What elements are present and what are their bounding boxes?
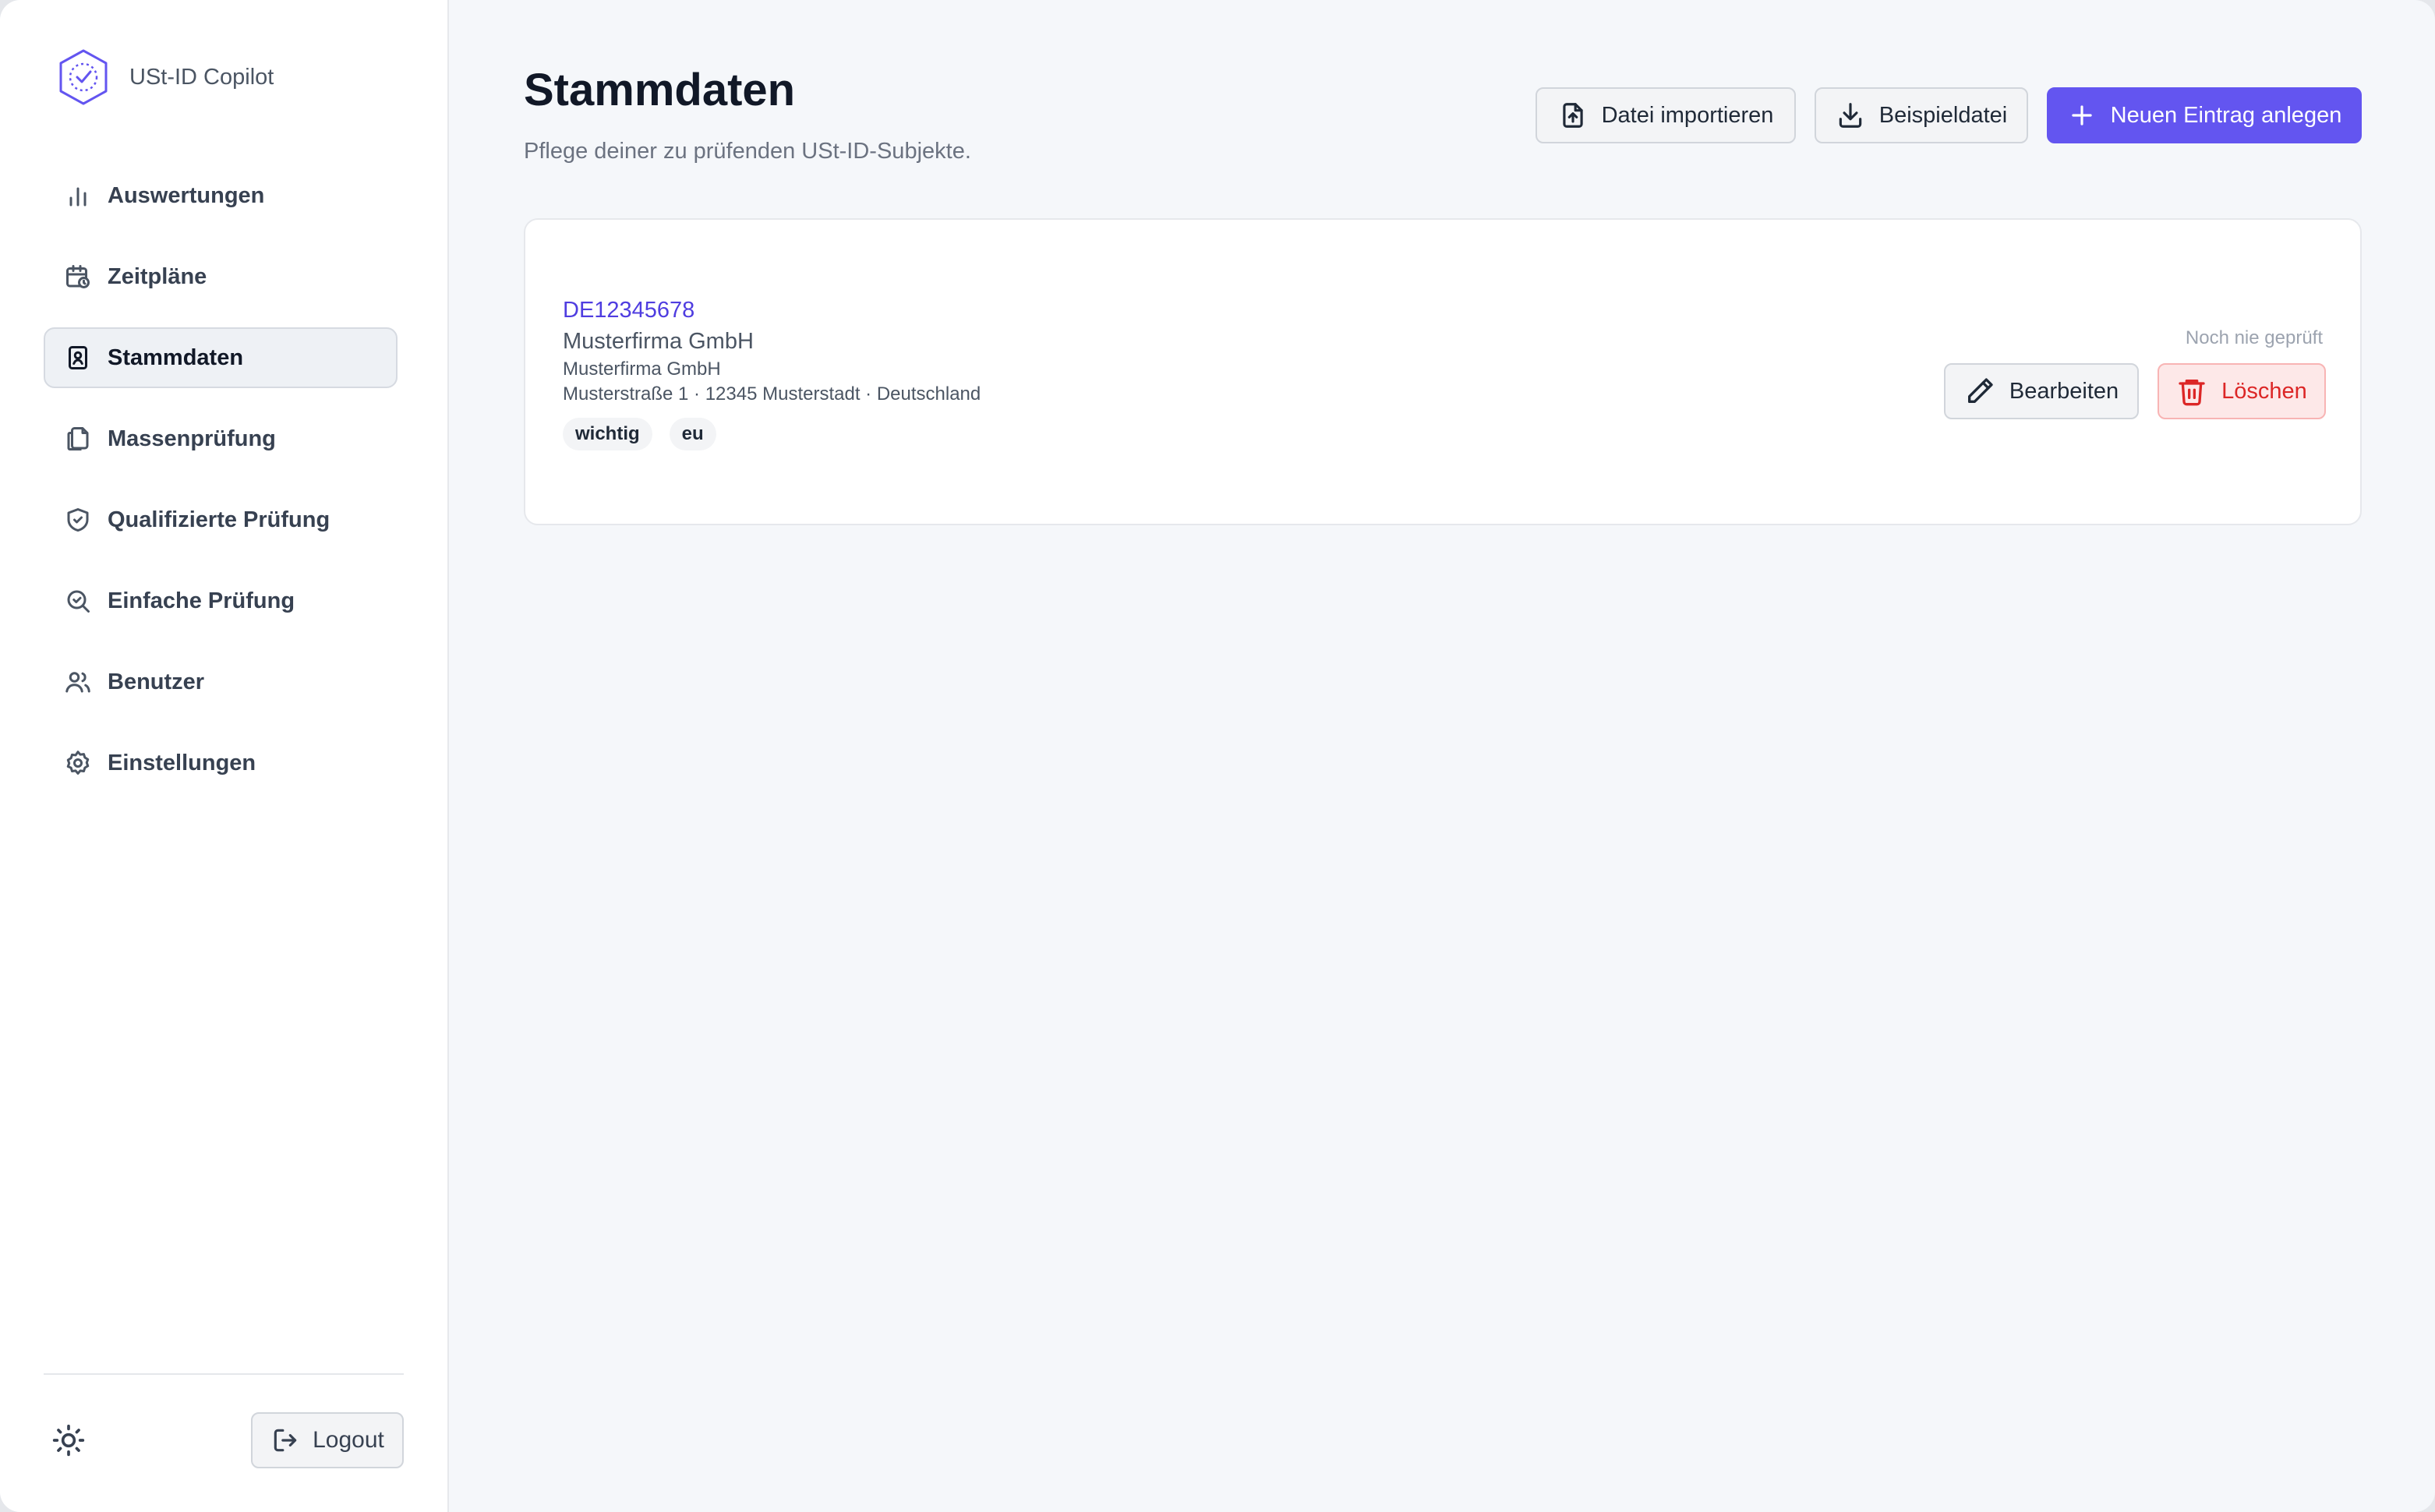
entry-card: DE12345678 Musterfirma GmbH Musterfirma … <box>524 218 2362 525</box>
logout-icon <box>274 1429 297 1452</box>
app-window: USt-ID Copilot Auswertungen Zeitpläne St… <box>0 0 2435 1512</box>
check-status: Noch nie geprüft <box>2185 327 2323 348</box>
tag: eu <box>669 418 716 450</box>
pencil-icon <box>1967 378 1993 403</box>
contact-book-icon <box>69 346 87 369</box>
sidebar-item-label: Einfache Prüfung <box>108 588 295 613</box>
company-name-secondary: Musterfirma GmbH <box>563 359 721 380</box>
company-name: Musterfirma GmbH <box>563 329 754 354</box>
download-icon <box>1839 103 1862 128</box>
sidebar-item-stammdaten[interactable]: Stammdaten <box>44 327 398 388</box>
app-name: USt-ID Copilot <box>129 64 274 90</box>
sidebar-item-label: Einstellungen <box>108 750 256 775</box>
theme-toggle[interactable] <box>51 1423 86 1457</box>
vat-id-link[interactable]: DE12345678 <box>563 298 694 323</box>
calendar-clock-icon <box>66 265 90 288</box>
delete-button[interactable]: Löschen <box>2158 363 2326 419</box>
brand[interactable]: USt-ID Copilot <box>56 48 274 106</box>
sidebar-item-einfache-pruefung[interactable]: Einfache Prüfung <box>44 571 398 631</box>
page-title: Stammdaten <box>524 65 796 115</box>
example-file-button[interactable]: Beispieldatei <box>1815 87 2028 143</box>
sidebar-item-auswertungen[interactable]: Auswertungen <box>44 165 398 226</box>
plus-icon <box>2071 105 2092 125</box>
sidebar-item-label: Massenprüfung <box>108 426 276 451</box>
trash-icon <box>2179 380 2205 406</box>
file-upload-icon <box>1562 103 1583 128</box>
new-entry-label: Neuen Eintrag anlegen <box>2110 102 2342 128</box>
sidebar-item-label: Auswertungen <box>108 182 265 208</box>
copy-files-icon <box>67 427 89 450</box>
tag-list: wichtig eu <box>563 418 733 450</box>
import-file-label: Datei importieren <box>1601 102 1774 128</box>
sidebar-item-label: Benutzer <box>108 669 205 694</box>
new-entry-button[interactable]: Neuen Eintrag anlegen <box>2047 87 2362 143</box>
sidebar: USt-ID Copilot Auswertungen Zeitpläne St… <box>0 0 449 1512</box>
sidebar-item-label: Zeitpläne <box>108 263 207 289</box>
sidebar-item-einstellungen[interactable]: Einstellungen <box>44 733 398 793</box>
sidebar-item-zeitplaene[interactable]: Zeitpläne <box>44 246 398 307</box>
logout-label: Logout <box>313 1427 384 1453</box>
delete-label: Löschen <box>2221 378 2307 404</box>
users-icon <box>65 672 90 693</box>
logout-button[interactable]: Logout <box>251 1412 404 1468</box>
shield-check-icon <box>67 508 89 532</box>
hexagon-check-logo-icon <box>59 49 108 105</box>
sidebar-divider <box>44 1373 404 1375</box>
search-check-icon <box>67 590 90 613</box>
example-file-label: Beispieldatei <box>1878 102 2008 128</box>
tag: wichtig <box>563 418 652 450</box>
sidebar-item-benutzer[interactable]: Benutzer <box>44 652 398 712</box>
page-subtitle: Pflege deiner zu prüfenden USt-ID-Subjek… <box>524 139 971 164</box>
sidebar-item-label: Stammdaten <box>108 344 244 370</box>
import-file-button[interactable]: Datei importieren <box>1536 87 1796 143</box>
gear-icon <box>66 751 90 775</box>
company-address: Musterstraße 1 · 12345 Musterstadt · Deu… <box>563 383 981 404</box>
sidebar-item-massenpruefung[interactable]: Massenprüfung <box>44 408 398 469</box>
sidebar-item-label: Qualifizierte Prüfung <box>108 507 330 532</box>
sidebar-item-qualifizierte-pruefung[interactable]: Qualifizierte Prüfung <box>44 489 398 550</box>
sidebar-nav: Auswertungen Zeitpläne Stammdaten Massen… <box>44 165 398 814</box>
edit-label: Bearbeiten <box>2009 378 2119 404</box>
sun-icon <box>52 1424 85 1457</box>
bar-chart-icon <box>69 187 87 207</box>
edit-button[interactable]: Bearbeiten <box>1944 363 2139 419</box>
